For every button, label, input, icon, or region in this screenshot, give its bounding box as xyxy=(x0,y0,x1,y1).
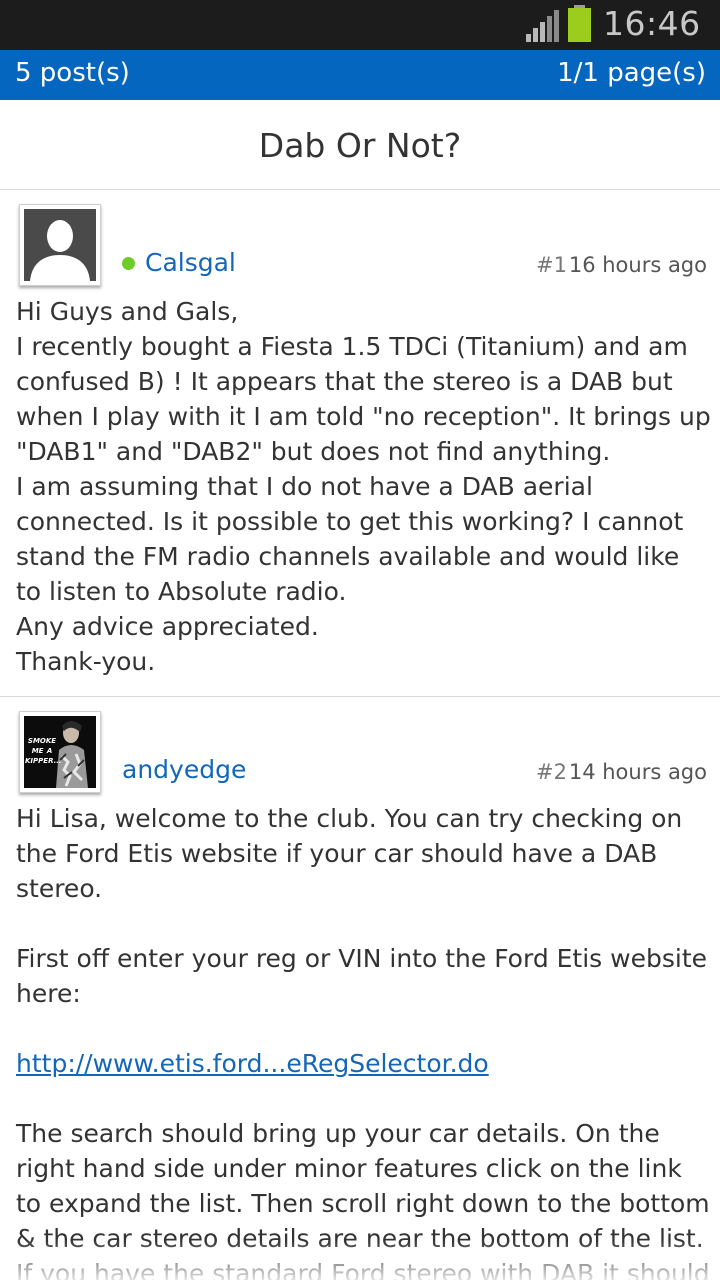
post-line: stereo. xyxy=(16,874,103,903)
avatar[interactable] xyxy=(19,204,101,286)
etis-link[interactable]: http://www.etis.ford...eRegSelector.do xyxy=(16,1049,489,1078)
post-line: to expand the list. Then scroll right do… xyxy=(16,1189,710,1218)
post-number: #1 xyxy=(536,253,567,277)
post-time: 14 hours ago xyxy=(568,760,707,784)
post-line: I recently bought a Fiesta 1.5 TDCi (Tit… xyxy=(16,332,688,361)
post-line: First off enter your reg or VIN into the… xyxy=(16,944,708,973)
avatar[interactable]: SMOKE ME A KIPPER... xyxy=(19,711,101,793)
signal-strength-icon xyxy=(526,10,560,42)
page-count[interactable]: 1/1 page(s) xyxy=(557,58,706,88)
post-body: Hi Lisa, welcome to the club. You can tr… xyxy=(16,801,716,1280)
post-line: The search should bring up your car deta… xyxy=(16,1119,660,1148)
online-status-icon xyxy=(122,257,135,270)
post-number: #2 xyxy=(536,760,567,784)
post-line: connected. Is it possible to get this wo… xyxy=(16,507,684,536)
post-body: Hi Guys and Gals, I recently bought a Fi… xyxy=(16,294,716,679)
post-time: 16 hours ago xyxy=(568,253,707,277)
avatar-caption: SMOKE ME A KIPPER... xyxy=(25,737,62,765)
post-item: SMOKE ME A KIPPER... andyedge #2 14 hour… xyxy=(0,697,720,1280)
post-username[interactable]: andyedge xyxy=(122,755,246,784)
post-line: Hi Guys and Gals, xyxy=(16,297,239,326)
post-username[interactable]: Calsgal xyxy=(145,248,236,277)
post-line: confused B) ! It appears that the stereo… xyxy=(16,367,673,396)
post-line: Thank-you. xyxy=(16,647,156,676)
battery-icon xyxy=(568,5,591,42)
post-line: Hi Lisa, welcome to the club. You can tr… xyxy=(16,804,683,833)
post-count: 5 post(s) xyxy=(15,58,130,88)
post-line: stand the FM radio channels available an… xyxy=(16,542,680,571)
post-line: when I play with it I am told "no recept… xyxy=(16,402,711,431)
status-bar: 16:46 xyxy=(0,0,720,50)
user-photo: SMOKE ME A KIPPER... xyxy=(24,716,96,788)
post-line: the Ford Etis website if your car should… xyxy=(16,839,658,868)
post-item: Calsgal #1 16 hours ago Hi Guys and Gals… xyxy=(0,190,720,697)
status-time: 16:46 xyxy=(603,4,701,43)
post-line: Any advice appreciated. xyxy=(16,612,319,641)
post-line: "DAB1" and "DAB2" but does not find anyt… xyxy=(16,437,611,466)
post-line: right hand side under minor features cli… xyxy=(16,1154,682,1183)
post-line: I am assuming that I do not have a DAB a… xyxy=(16,472,593,501)
post-line: & the car stereo details are near the bo… xyxy=(16,1224,704,1253)
thread-info-bar: 5 post(s) 1/1 page(s) xyxy=(0,50,720,100)
post-line: to listen to Absolute radio. xyxy=(16,577,347,606)
default-user-icon xyxy=(24,209,96,281)
thread-title: Dab Or Not? xyxy=(0,100,720,190)
post-line: here: xyxy=(16,979,81,1008)
post-line: If you have the standard Ford stereo wit… xyxy=(16,1259,710,1280)
